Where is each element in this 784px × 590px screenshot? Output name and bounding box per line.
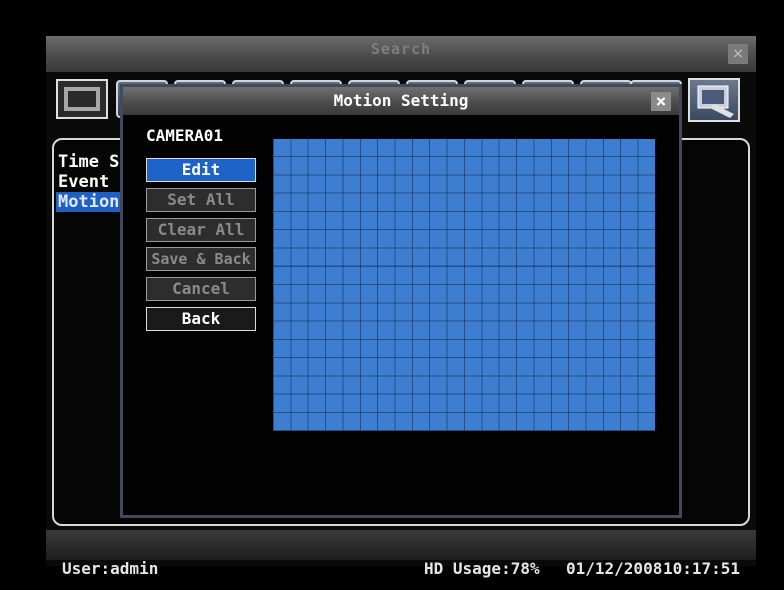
set-all-button[interactable]: Set All [146,188,256,212]
dialog-title: Motion Setting [333,91,469,110]
cancel-button[interactable]: Cancel [146,277,256,301]
playback-film-icon-tab[interactable] [56,79,108,119]
camera-label: CAMERA01 [146,126,224,145]
date-status: 01/12/2008 [566,559,663,578]
time-status: 10:17:51 [663,559,741,578]
motion-detection-grid[interactable] [273,139,655,431]
tools-icon [697,85,734,118]
clear-all-button[interactable]: Clear All [146,218,256,242]
dialog-close-icon[interactable]: × [651,92,671,111]
edit-button[interactable]: Edit [146,158,256,182]
tools-icon-tab[interactable] [688,78,740,122]
film-icon [64,87,100,111]
back-button[interactable]: Back [146,307,256,331]
sidebar-item-event-search[interactable]: Event S [58,172,130,192]
save-and-back-button[interactable]: Save & Back [146,247,256,271]
hd-usage-status: HD Usage:78% [424,559,540,578]
status-bar [46,530,756,560]
search-close-icon[interactable]: × [728,44,748,64]
sidebar-item-time-search[interactable]: Time Se [58,152,130,172]
search-window-title: Search [370,40,432,58]
user-status: User:admin [62,559,159,578]
sidebar-item-motion[interactable]: Motion [58,192,119,212]
